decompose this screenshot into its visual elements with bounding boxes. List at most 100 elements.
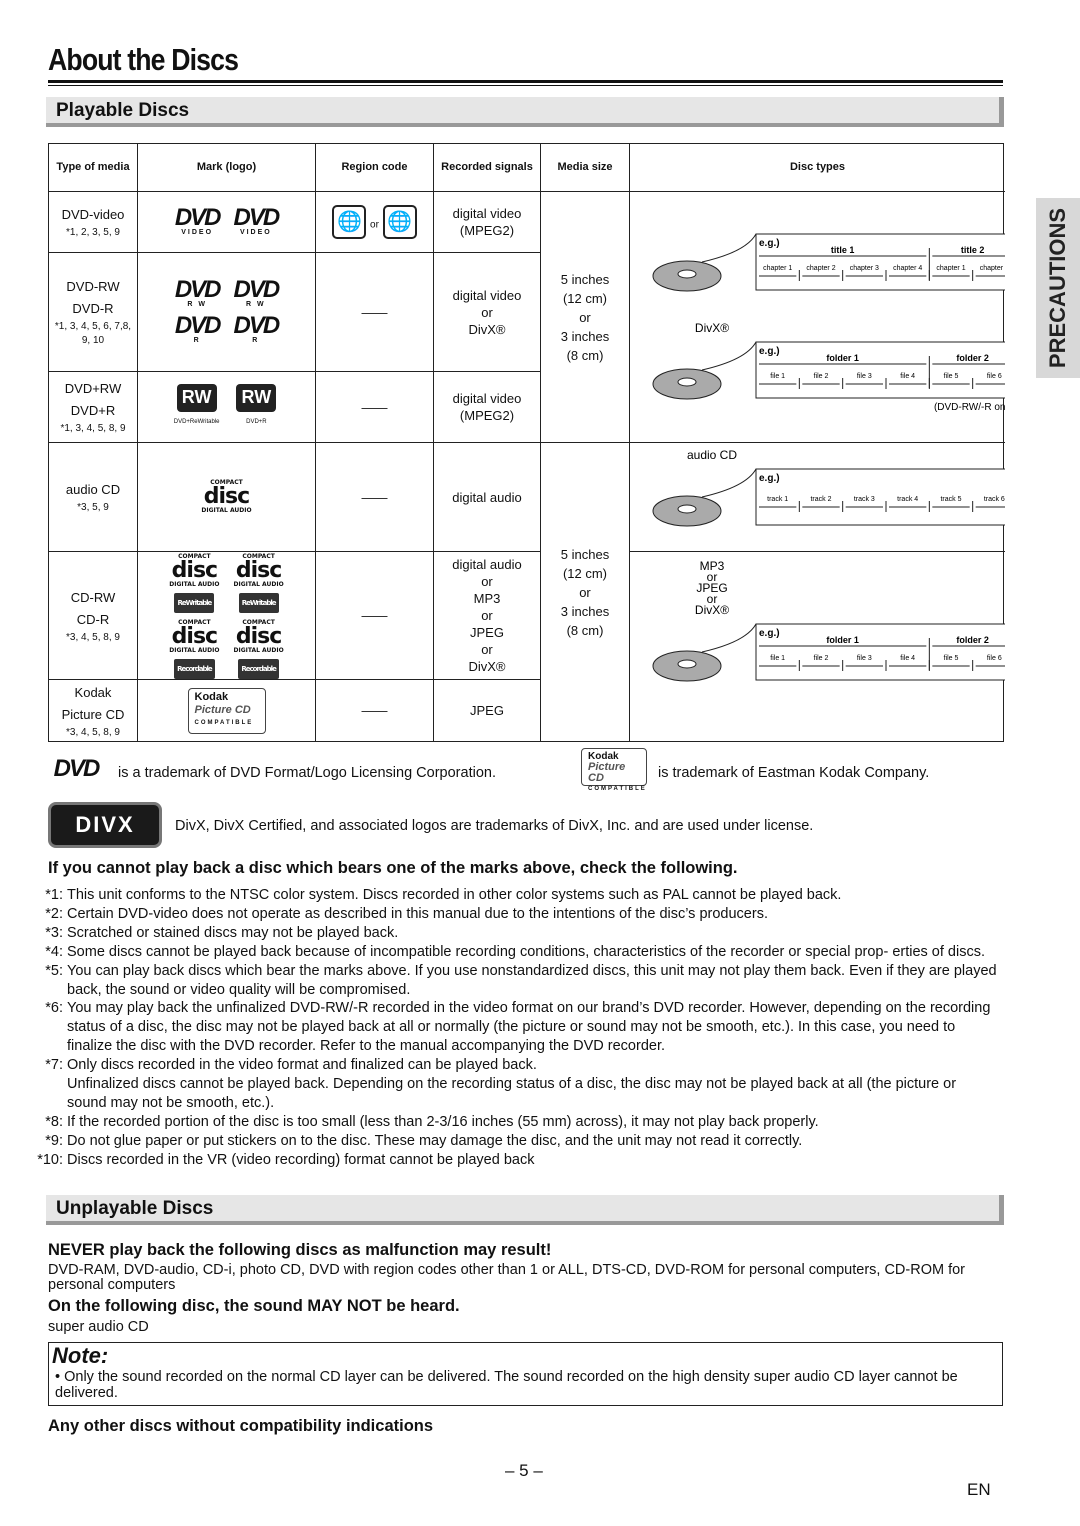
- note-text: • Only the sound recorded on the normal …: [55, 1369, 958, 1401]
- footnote: *6: You may play back the unfinalized DVD…: [45, 1000, 991, 1055]
- row-logo: DVD R W DVD R W DVD R DVD R: [138, 253, 316, 372]
- disc-types-cd: e.g.) folder 1 folder 2 file 1 file 2 file 3 f…: [630, 552, 1005, 741]
- row-signals: digital video or DivX®: [434, 253, 541, 372]
- page-number: – 5 –: [505, 1461, 543, 1480]
- row-region: ——: [316, 443, 434, 552]
- item-label: track 4: [897, 496, 918, 503]
- sound-list: super audio CD: [48, 1319, 149, 1335]
- item-label: track 5: [940, 496, 961, 503]
- media-size-cd: 5 inches (12 cm) or 3 inches (8 cm): [541, 443, 630, 741]
- item-label: chapter 4: [893, 265, 922, 272]
- disc-label: audio CD: [687, 448, 737, 462]
- group-label: title 2: [961, 245, 985, 255]
- item-label: chapter 1: [936, 265, 965, 272]
- eg-label: e.g.): [759, 628, 780, 639]
- disc-types-dvd: e.g.) title 1 title 2 chapter 1 chapter 2 cha…: [630, 192, 1005, 443]
- row-region: ——: [316, 680, 434, 741]
- item-label: track 1: [767, 496, 788, 503]
- item-label: chapter 3: [850, 265, 879, 272]
- item-label: track 2: [810, 496, 831, 503]
- footnote: Unfinalized discs cannot be played back.…: [67, 1076, 957, 1111]
- row-signals: JPEG: [434, 680, 541, 741]
- diagram-box: [755, 233, 1005, 291]
- item-label: track 6: [984, 496, 1005, 503]
- language-label: EN: [967, 1480, 991, 1499]
- diagram-box: [755, 341, 1005, 399]
- header-region: Region code: [316, 144, 434, 192]
- item-label: track 3: [854, 496, 875, 503]
- item-label: file 3: [857, 655, 872, 662]
- item-label: file 4: [900, 373, 915, 380]
- item-label: file 1: [770, 655, 785, 662]
- disc-label: DivX®: [695, 321, 729, 335]
- kodak-logo: Kodak Picture CD COMPATIBLE: [581, 748, 647, 792]
- row-region: ——: [316, 372, 434, 443]
- never-list: DVD-RAM, DVD-audio, CD-i, photo CD, DVD …: [48, 1262, 966, 1293]
- side-tab: PRECAUTIONS: [1036, 198, 1080, 378]
- row-region: ——: [316, 552, 434, 680]
- note-title: Note:: [52, 1343, 109, 1368]
- group-label: folder 1: [826, 635, 859, 645]
- header-disc-types: Disc types: [630, 144, 1005, 192]
- footnote: *2: Certain DVD-video does not operate as…: [45, 905, 768, 922]
- item-label: file 5: [944, 373, 959, 380]
- diagram-note: (DVD-RW/-R only): [934, 402, 1005, 413]
- footnote: *9: Do not glue paper or put stickers on …: [45, 1132, 803, 1149]
- row-logo: COMPACT disc DIGITAL AUDIO ReWritable COMPAC…: [138, 552, 316, 680]
- header-mark: Mark (logo): [138, 144, 316, 192]
- eg-label: e.g.): [759, 346, 780, 357]
- divx-trademark: DivX, DivX Certified, and associated log…: [175, 818, 814, 834]
- row-type: DVD+RW DVD+R *1, 3, 4, 5, 8, 9: [49, 372, 138, 443]
- item-label: chapter 2: [980, 265, 1005, 272]
- item-label: file 2: [814, 655, 829, 662]
- eg-label: e.g.): [759, 238, 780, 249]
- footnote: *7: Only discs recorded in the video form…: [45, 1057, 537, 1074]
- side-tab-label: PRECAUTIONS: [1045, 207, 1070, 369]
- footnote: *5: You can play back discs which bear th…: [45, 962, 997, 998]
- item-label: file 6: [987, 655, 1002, 662]
- header-signals: Recorded signals: [434, 144, 541, 192]
- item-label: file 1: [770, 373, 785, 380]
- row-region: 🌐 or 🌐: [316, 192, 434, 253]
- group-label: title 1: [831, 245, 855, 255]
- eg-label: e.g.): [759, 473, 780, 484]
- check-heading: If you cannot play back a disc which bea…: [48, 859, 738, 877]
- row-type: DVD-video *1, 2, 3, 5, 9: [49, 192, 138, 253]
- footnote: *8: If the recorded portion of the disc i…: [45, 1113, 819, 1130]
- row-logo: Kodak Picture CD COMPATIBLE: [138, 680, 316, 741]
- group-label: folder 2: [956, 635, 989, 645]
- row-logo: DVD VIDEO DVD VIDEO: [138, 192, 316, 253]
- item-label: chapter 2: [806, 265, 835, 272]
- group-label: folder 2: [956, 353, 989, 363]
- row-type: Kodak Picture CD *3, 4, 5, 8, 9: [49, 680, 138, 741]
- footnotes: *1: This unit conforms to the NTSC color …: [20, 886, 998, 1170]
- footnote: *1: This unit conforms to the NTSC color …: [45, 887, 842, 903]
- row-type: DVD-RW DVD-R *1, 3, 4, 5, 6, 7,8, 9, 10: [49, 253, 138, 372]
- header-type: Type of media: [49, 144, 138, 192]
- section-heading-unplayable: Unplayable Discs: [46, 1195, 1004, 1225]
- footnote: *3: Scratched or stained discs may not be…: [45, 924, 399, 941]
- kodak-trademark: is trademark of Eastman Kodak Company.: [658, 765, 930, 781]
- group-label: folder 1: [826, 353, 859, 363]
- item-label: file 2: [814, 373, 829, 380]
- row-type: audio CD *3, 5, 9: [49, 443, 138, 552]
- item-label: file 4: [900, 655, 915, 662]
- item-label: file 3: [857, 373, 872, 380]
- row-signals: digital video (MPEG2): [434, 192, 541, 253]
- row-signals: digital video (MPEG2): [434, 372, 541, 443]
- dvd-trademark: is a trademark of DVD Format/Logo Licens…: [118, 765, 496, 781]
- divider: [48, 80, 1003, 83]
- footnote: *4: Some discs cannot be played back beca…: [45, 943, 985, 960]
- note-box: Note: • Only the sound recorded on the n…: [48, 1342, 1003, 1406]
- row-signals: digital audio: [434, 443, 541, 552]
- diagram-box: [755, 468, 1005, 526]
- playable-discs-table: Type of media Mark (logo) Region code Re…: [48, 143, 1005, 742]
- divider: [48, 85, 1003, 86]
- disc-types-audiocd: e.g.) track 1 track 2 track 3 track 4 track 5…: [630, 443, 1005, 552]
- row-region: ——: [316, 253, 434, 372]
- region-globe-icon: 🌐: [332, 205, 367, 239]
- media-size-dvd: 5 inches (12 cm) or 3 inches (8 cm): [541, 192, 630, 443]
- row-signals: digital audio or MP3 or JPEG or DivX®: [434, 552, 541, 680]
- item-label: file 6: [987, 373, 1002, 380]
- other-heading: Any other discs without compatibility in…: [48, 1417, 434, 1435]
